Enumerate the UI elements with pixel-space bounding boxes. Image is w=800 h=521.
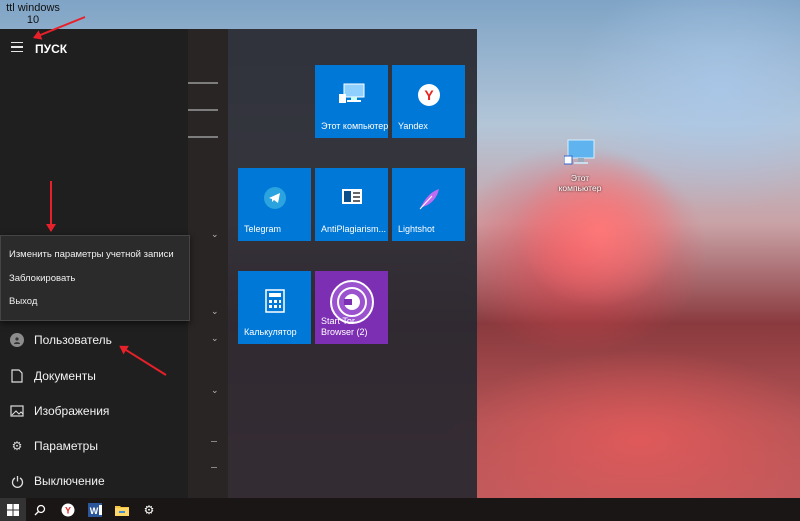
rail-item-label: Изображения xyxy=(34,404,110,418)
tile-label: Lightshot xyxy=(398,224,435,234)
desktop-icon-label: Этот компьютер xyxy=(558,173,602,193)
user-avatar-icon xyxy=(10,333,24,347)
app-list-column[interactable] xyxy=(188,29,228,498)
account-menu-sign-out[interactable]: Выход xyxy=(9,296,37,307)
chevron-down-icon[interactable]: ⌄ xyxy=(211,229,219,240)
hamburger-menu-button[interactable] xyxy=(8,37,28,57)
rail-item-label: Пользователь xyxy=(34,333,112,347)
chevron-down-icon[interactable]: ⌄ xyxy=(211,333,219,344)
file-explorer-icon xyxy=(115,505,129,516)
antiplagiarism-icon xyxy=(341,189,362,204)
taskbar-search-button[interactable] xyxy=(27,498,53,521)
taskbar-settings[interactable]: ⚙ xyxy=(136,498,162,521)
tile-label: Telegram xyxy=(244,224,282,234)
taskbar-start-button[interactable] xyxy=(0,498,26,521)
tile-telegram[interactable]: Telegram xyxy=(238,168,311,241)
feather-icon xyxy=(419,189,439,210)
rail-item-documents[interactable]: Документы xyxy=(0,359,188,393)
search-icon xyxy=(34,504,46,515)
watermark-line1: ttl windows xyxy=(6,2,60,14)
rail-item-user[interactable]: Пользователь xyxy=(0,323,188,357)
computer-icon xyxy=(338,83,364,103)
account-menu-lock[interactable]: Заблокировать xyxy=(9,273,75,284)
rail-item-settings[interactable]: ⚙ Параметры xyxy=(0,429,188,463)
account-menu-change-settings[interactable]: Изменить параметры учетной записи xyxy=(9,249,174,260)
scroll-marker xyxy=(188,109,218,111)
windows-start-icon xyxy=(7,503,19,516)
taskbar: Y W ⚙ xyxy=(0,498,800,521)
svg-text:Y: Y xyxy=(424,87,434,103)
rail-item-label: Параметры xyxy=(34,439,98,453)
tile-label: Этот компьютер xyxy=(321,121,389,131)
taskbar-yandex-browser[interactable]: Y xyxy=(55,498,81,521)
rail-item-label: Документы xyxy=(34,369,96,383)
annotation-arrow xyxy=(50,181,52,231)
tile-label: Yandex xyxy=(398,121,428,131)
start-title: ПУСК xyxy=(35,42,68,56)
rail-item-pictures[interactable]: Изображения xyxy=(0,394,188,428)
chevron-down-icon[interactable]: ⌄ xyxy=(211,385,219,396)
tile-lightshot[interactable]: Lightshot xyxy=(392,168,465,241)
taskbar-file-explorer[interactable] xyxy=(109,498,135,521)
document-icon xyxy=(11,369,23,383)
account-menu-popup: Изменить параметры учетной записи Заблок… xyxy=(0,235,190,321)
computer-icon xyxy=(563,139,595,165)
tile-this-pc[interactable]: Этот компьютер xyxy=(315,65,388,138)
power-icon xyxy=(11,475,23,488)
tile-antiplagiarism[interactable]: AntiPlagiarism... xyxy=(315,168,388,241)
scroll-marker xyxy=(188,82,218,84)
svg-text:Y: Y xyxy=(65,505,71,515)
chevron-down-icon[interactable]: ⌄ xyxy=(211,306,219,317)
yandex-icon: Y xyxy=(417,84,440,106)
scroll-marker xyxy=(188,136,218,138)
image-icon xyxy=(10,405,24,417)
list-marker xyxy=(211,467,217,468)
rail-item-power[interactable]: Выключение xyxy=(0,464,188,498)
settings-gear-icon: ⚙ xyxy=(143,502,155,517)
word-icon: W xyxy=(88,502,102,517)
tile-tor-browser[interactable]: Start Tor Browser (2) xyxy=(315,271,388,344)
rail-item-label: Выключение xyxy=(34,474,105,488)
tile-label: AntiPlagiarism... xyxy=(321,224,387,234)
tile-calculator[interactable]: Калькулятор xyxy=(238,271,311,344)
list-marker xyxy=(211,441,217,442)
watermark: ttl windows 10 xyxy=(2,2,64,26)
tile-yandex[interactable]: Y Yandex xyxy=(392,65,465,138)
watermark-line2: 10 xyxy=(26,14,40,26)
start-left-rail: ПУСК Изменить параметры учетной записи З… xyxy=(0,29,190,498)
taskbar-word[interactable]: W xyxy=(82,498,108,521)
desktop-icon-this-pc[interactable]: Этот компьютер xyxy=(552,138,608,193)
telegram-icon xyxy=(263,187,286,209)
yandex-browser-icon: Y xyxy=(61,503,75,516)
svg-text:W: W xyxy=(90,506,99,516)
calculator-icon xyxy=(264,289,285,313)
tile-label: Start Tor Browser (2) xyxy=(321,316,368,337)
tile-label: Калькулятор xyxy=(244,327,297,337)
gear-icon: ⚙ xyxy=(11,439,23,453)
